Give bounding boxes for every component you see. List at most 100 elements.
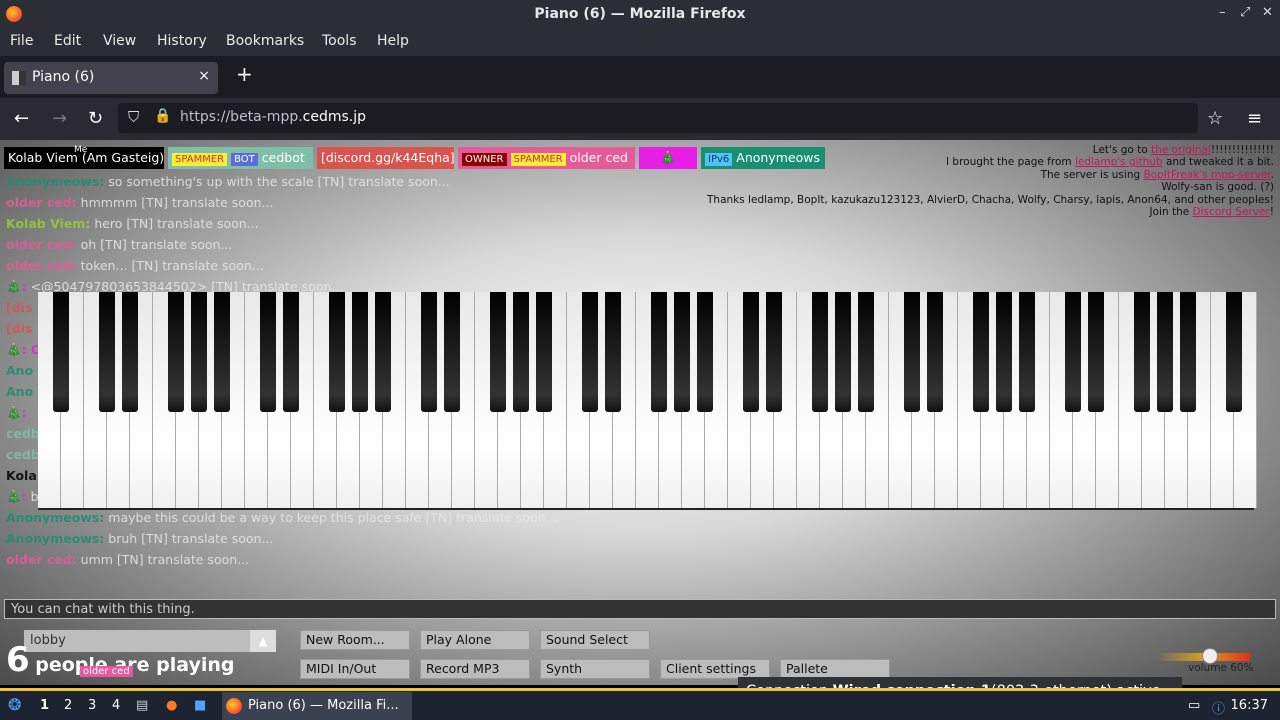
terminal-icon[interactable]: ■ — [194, 698, 206, 713]
menu-edit[interactable]: Edit — [54, 33, 81, 49]
piano-keyboard[interactable] — [38, 292, 1257, 510]
user-tag-older-ced[interactable]: OWNER SPAMMER older ced — [458, 147, 635, 169]
user-tag-discord[interactable]: [discord.gg/k44Eqha] — [317, 147, 455, 169]
lock-icon[interactable]: 🔒 — [154, 108, 171, 124]
chat-author: 🎄: — [6, 489, 27, 504]
workspace-4[interactable]: 4 — [112, 698, 120, 713]
black-key[interactable] — [582, 292, 598, 412]
black-key[interactable] — [973, 292, 989, 412]
new-room-button[interactable]: New Room... — [300, 630, 410, 650]
black-key[interactable] — [812, 292, 828, 412]
midi-button[interactable]: MIDI In/Out — [300, 659, 410, 679]
black-key[interactable] — [1088, 292, 1104, 412]
minimize-button[interactable]: – — [1219, 5, 1226, 20]
start-menu-icon[interactable]: ❂ — [8, 695, 21, 714]
black-key[interactable] — [283, 292, 299, 412]
black-key[interactable] — [329, 292, 345, 412]
chat-text: bruh [TN] translate soon... — [108, 531, 274, 546]
black-key[interactable] — [352, 292, 368, 412]
black-key[interactable] — [674, 292, 690, 412]
black-key[interactable] — [191, 292, 207, 412]
black-key[interactable] — [168, 292, 184, 412]
black-key[interactable] — [260, 292, 276, 412]
pallete-button[interactable]: Pallete — [780, 659, 890, 679]
black-key[interactable] — [1134, 292, 1150, 412]
volume-label: volume 60% — [1188, 662, 1254, 674]
black-key[interactable] — [122, 292, 138, 412]
black-key[interactable] — [53, 292, 69, 412]
clock: 16:37 — [1230, 698, 1268, 713]
taskbar-firefox-task[interactable]: Piano (6) — Mozilla Fi... — [222, 692, 412, 720]
black-key[interactable] — [99, 292, 115, 412]
link-discord[interactable]: Discord Server — [1193, 206, 1270, 218]
menu-bookmarks[interactable]: Bookmarks — [226, 33, 304, 49]
black-key[interactable] — [1065, 292, 1081, 412]
chat-author: older ced: — [6, 237, 77, 252]
black-key[interactable] — [421, 292, 437, 412]
back-button[interactable]: ← — [14, 108, 29, 129]
black-key[interactable] — [490, 292, 506, 412]
close-tab-icon[interactable]: × — [198, 68, 210, 84]
chat-author: 🎄: — [6, 405, 27, 420]
record-mp3-button[interactable]: Record MP3 — [420, 659, 530, 679]
black-key[interactable] — [766, 292, 782, 412]
tab-piano[interactable]: Piano (6) × — [4, 62, 218, 94]
sound-select-button[interactable]: Sound Select — [540, 630, 650, 650]
chat-input[interactable]: You can chat with this thing. — [4, 599, 1276, 619]
black-key[interactable] — [214, 292, 230, 412]
workspace-3[interactable]: 3 — [88, 698, 96, 713]
maximize-button[interactable]: ⤢ — [1240, 5, 1250, 20]
menu-history[interactable]: History — [157, 33, 207, 49]
play-alone-button[interactable]: Play Alone — [420, 630, 530, 650]
file-manager-icon[interactable]: ▤ — [136, 698, 148, 713]
url-text[interactable]: https://beta-mpp.cedms.jp — [180, 109, 366, 125]
firefox-launcher-icon[interactable]: ● — [166, 698, 177, 713]
black-key[interactable] — [651, 292, 667, 412]
forward-button[interactable]: → — [52, 108, 67, 129]
black-key[interactable] — [1019, 292, 1035, 412]
workspace-1[interactable]: 1 — [40, 698, 49, 713]
user-tag-tree[interactable]: 🎄 — [639, 147, 697, 169]
close-window-button[interactable]: ✕ — [1262, 5, 1273, 20]
chat-text: maybe this could be a way to keep this p… — [108, 510, 558, 525]
link-server[interactable]: BopItFreak's mpp-server — [1143, 169, 1270, 181]
black-key[interactable] — [858, 292, 874, 412]
black-key[interactable] — [996, 292, 1012, 412]
display-tray-icon[interactable]: ▭ — [1188, 698, 1200, 713]
black-key[interactable] — [536, 292, 552, 412]
shield-icon[interactable]: ⛉ — [128, 108, 139, 126]
menu-tools[interactable]: Tools — [322, 33, 357, 49]
app-menu-button[interactable]: ≡ — [1247, 108, 1262, 129]
link-github[interactable]: ledlamp's github — [1075, 156, 1163, 168]
url-bar[interactable]: ⛉ 🔒 https://beta-mpp.cedms.jp — [118, 103, 1198, 133]
black-key[interactable] — [513, 292, 529, 412]
black-key[interactable] — [1180, 292, 1196, 412]
new-tab-button[interactable]: + — [236, 62, 253, 86]
black-key[interactable] — [904, 292, 920, 412]
black-key[interactable] — [444, 292, 460, 412]
synth-button[interactable]: Synth — [540, 659, 650, 679]
black-key[interactable] — [835, 292, 851, 412]
user-tag-cedbot[interactable]: SPAMMER BOT cedbot — [168, 147, 313, 169]
black-key[interactable] — [1157, 292, 1173, 412]
update-tray-icon[interactable]: ⓘ — [1212, 698, 1225, 717]
chat-author: cedb — [6, 426, 40, 441]
room-expand-icon[interactable]: ▲ — [250, 630, 276, 652]
reload-button[interactable]: ↻ — [88, 108, 103, 129]
black-key[interactable] — [375, 292, 391, 412]
link-original[interactable]: the original — [1151, 144, 1211, 156]
user-tag-self[interactable]: Me Kolab Viem (Am Gasteig) — [4, 145, 164, 169]
bookmark-star-icon[interactable]: ☆ — [1207, 108, 1223, 129]
client-settings-button[interactable]: Client settings — [660, 659, 770, 679]
black-key[interactable] — [605, 292, 621, 412]
menu-view[interactable]: View — [103, 33, 136, 49]
black-key[interactable] — [1226, 292, 1242, 412]
black-key[interactable] — [927, 292, 943, 412]
black-key[interactable] — [697, 292, 713, 412]
menu-bar: File Edit View History Bookmarks Tools H… — [0, 28, 1280, 56]
black-key[interactable] — [743, 292, 759, 412]
workspace-2[interactable]: 2 — [64, 698, 72, 713]
menu-file[interactable]: File — [10, 33, 33, 49]
chat-author: Ano — [6, 363, 34, 378]
menu-help[interactable]: Help — [377, 33, 409, 49]
